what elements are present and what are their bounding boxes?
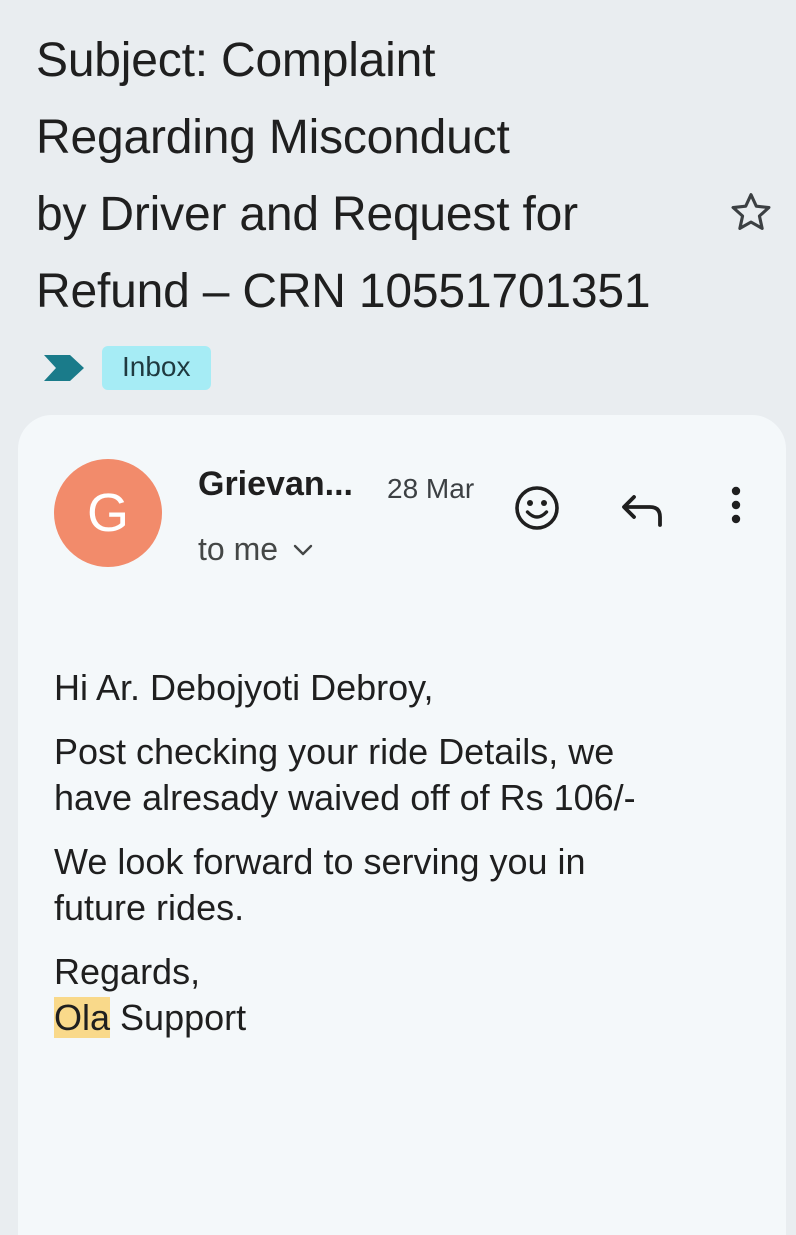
message-body: Hi Ar. Debojyoti Debroy, Post checking y… bbox=[54, 665, 754, 1059]
recipient-details-toggle[interactable]: to me bbox=[198, 531, 314, 568]
signature-rest: Support bbox=[110, 997, 247, 1038]
body-paragraph: We look forward to serving you in future… bbox=[54, 839, 754, 931]
importance-marker-icon[interactable] bbox=[44, 355, 84, 381]
body-line: We look forward to serving you in bbox=[54, 841, 586, 882]
label-row: Inbox bbox=[44, 346, 211, 390]
inbox-label-chip[interactable]: Inbox bbox=[102, 346, 211, 390]
chevron-down-icon bbox=[293, 544, 313, 555]
add-reaction-icon[interactable] bbox=[511, 482, 563, 534]
message-date: 28 Mar bbox=[387, 473, 475, 504]
subject-line: Regarding Misconduct bbox=[36, 111, 510, 164]
sender-avatar[interactable]: G bbox=[54, 459, 162, 567]
email-subject: Subject: Complaint Regarding Misconduct … bbox=[36, 22, 716, 330]
body-line: future rides. bbox=[54, 887, 245, 928]
reply-icon[interactable] bbox=[618, 483, 670, 535]
body-line: Post checking your ride Details, we bbox=[54, 731, 615, 772]
message-card: G Grievan... 28 Mar to me Hi Ar. Debojyo… bbox=[18, 415, 786, 1235]
more-vert-icon[interactable] bbox=[720, 483, 752, 535]
recipient-label: to me bbox=[198, 531, 279, 567]
signoff: Regards, bbox=[54, 951, 201, 992]
subject-line: Subject: Complaint bbox=[36, 34, 436, 87]
sender-name[interactable]: Grievan... bbox=[198, 465, 353, 504]
highlighted-term[interactable]: Ola bbox=[54, 997, 111, 1038]
subject-line: by Driver and Request for bbox=[36, 188, 578, 241]
greeting: Hi Ar. Debojyoti Debroy, bbox=[54, 667, 434, 708]
subject-line: Refund – CRN 10551701351 bbox=[36, 265, 651, 318]
star-icon[interactable] bbox=[726, 188, 776, 238]
signoff-block: Regards, Ola Support bbox=[54, 949, 754, 1041]
body-paragraph: Post checking your ride Details, we have… bbox=[54, 729, 754, 821]
body-line: have alresady waived off of Rs 106/- bbox=[54, 777, 636, 818]
